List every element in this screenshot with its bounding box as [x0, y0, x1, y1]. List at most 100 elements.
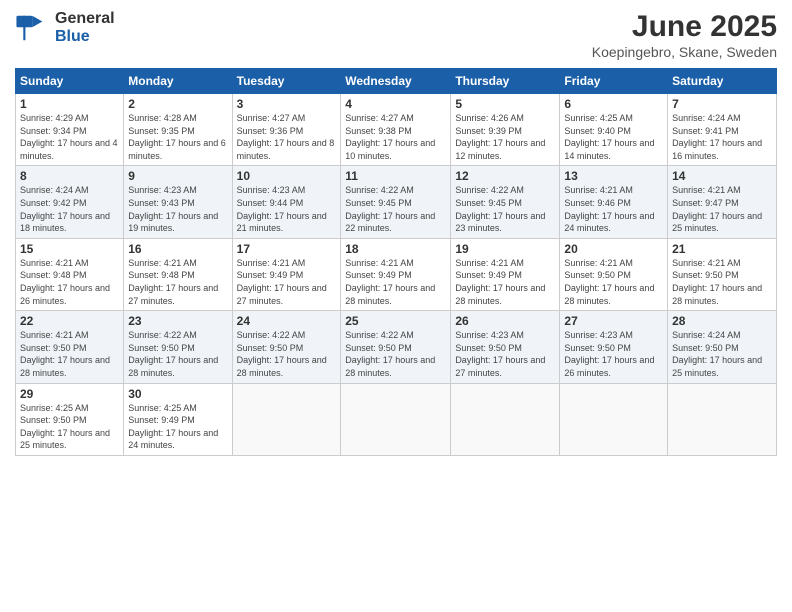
- day-info: Sunrise: 4:22 AM Sunset: 9:50 PM Dayligh…: [128, 329, 227, 379]
- day-number: 5: [455, 97, 555, 111]
- calendar-cell: 10 Sunrise: 4:23 AM Sunset: 9:44 PM Dayl…: [232, 166, 341, 238]
- calendar-cell: 18 Sunrise: 4:21 AM Sunset: 9:49 PM Dayl…: [341, 238, 451, 310]
- day-info: Sunrise: 4:24 AM Sunset: 9:41 PM Dayligh…: [672, 112, 772, 162]
- calendar-header-row: SundayMondayTuesdayWednesdayThursdayFrid…: [16, 69, 777, 94]
- day-info: Sunrise: 4:22 AM Sunset: 9:50 PM Dayligh…: [237, 329, 337, 379]
- day-number: 14: [672, 169, 772, 183]
- logo-text: General Blue: [55, 10, 115, 45]
- calendar-cell: 2 Sunrise: 4:28 AM Sunset: 9:35 PM Dayli…: [124, 94, 232, 166]
- day-number: 10: [237, 169, 337, 183]
- calendar-cell: 1 Sunrise: 4:29 AM Sunset: 9:34 PM Dayli…: [16, 94, 124, 166]
- calendar-cell: [560, 383, 668, 455]
- calendar-cell: 24 Sunrise: 4:22 AM Sunset: 9:50 PM Dayl…: [232, 311, 341, 383]
- calendar-cell: [451, 383, 560, 455]
- logo-icon: [15, 10, 51, 46]
- calendar-cell: 4 Sunrise: 4:27 AM Sunset: 9:38 PM Dayli…: [341, 94, 451, 166]
- calendar-header-sunday: Sunday: [16, 69, 124, 94]
- calendar-week-row: 1 Sunrise: 4:29 AM Sunset: 9:34 PM Dayli…: [16, 94, 777, 166]
- day-number: 4: [345, 97, 446, 111]
- day-number: 26: [455, 314, 555, 328]
- page: General Blue June 2025 Koepingebro, Skan…: [0, 0, 792, 612]
- logo-blue: Blue: [55, 28, 115, 46]
- day-number: 17: [237, 242, 337, 256]
- day-info: Sunrise: 4:27 AM Sunset: 9:38 PM Dayligh…: [345, 112, 446, 162]
- day-info: Sunrise: 4:21 AM Sunset: 9:50 PM Dayligh…: [672, 257, 772, 307]
- day-number: 19: [455, 242, 555, 256]
- day-info: Sunrise: 4:22 AM Sunset: 9:45 PM Dayligh…: [455, 184, 555, 234]
- day-number: 15: [20, 242, 119, 256]
- day-number: 28: [672, 314, 772, 328]
- calendar-cell: 14 Sunrise: 4:21 AM Sunset: 9:47 PM Dayl…: [668, 166, 777, 238]
- calendar-header-friday: Friday: [560, 69, 668, 94]
- calendar-cell: [341, 383, 451, 455]
- day-info: Sunrise: 4:21 AM Sunset: 9:46 PM Dayligh…: [564, 184, 663, 234]
- calendar-cell: 29 Sunrise: 4:25 AM Sunset: 9:50 PM Dayl…: [16, 383, 124, 455]
- day-info: Sunrise: 4:23 AM Sunset: 9:50 PM Dayligh…: [564, 329, 663, 379]
- day-info: Sunrise: 4:25 AM Sunset: 9:40 PM Dayligh…: [564, 112, 663, 162]
- calendar-cell: 3 Sunrise: 4:27 AM Sunset: 9:36 PM Dayli…: [232, 94, 341, 166]
- calendar-header-thursday: Thursday: [451, 69, 560, 94]
- day-number: 22: [20, 314, 119, 328]
- title-section: June 2025 Koepingebro, Skane, Sweden: [592, 10, 777, 60]
- calendar-table: SundayMondayTuesdayWednesdayThursdayFrid…: [15, 68, 777, 456]
- day-number: 24: [237, 314, 337, 328]
- calendar-cell: 22 Sunrise: 4:21 AM Sunset: 9:50 PM Dayl…: [16, 311, 124, 383]
- day-info: Sunrise: 4:24 AM Sunset: 9:42 PM Dayligh…: [20, 184, 119, 234]
- day-number: 12: [455, 169, 555, 183]
- day-number: 6: [564, 97, 663, 111]
- subtitle: Koepingebro, Skane, Sweden: [592, 44, 777, 60]
- day-info: Sunrise: 4:23 AM Sunset: 9:44 PM Dayligh…: [237, 184, 337, 234]
- day-number: 2: [128, 97, 227, 111]
- calendar-header-saturday: Saturday: [668, 69, 777, 94]
- calendar-cell: 16 Sunrise: 4:21 AM Sunset: 9:48 PM Dayl…: [124, 238, 232, 310]
- calendar-cell: [668, 383, 777, 455]
- day-number: 21: [672, 242, 772, 256]
- calendar-cell: 17 Sunrise: 4:21 AM Sunset: 9:49 PM Dayl…: [232, 238, 341, 310]
- calendar-cell: 19 Sunrise: 4:21 AM Sunset: 9:49 PM Dayl…: [451, 238, 560, 310]
- day-info: Sunrise: 4:21 AM Sunset: 9:50 PM Dayligh…: [564, 257, 663, 307]
- calendar-cell: 8 Sunrise: 4:24 AM Sunset: 9:42 PM Dayli…: [16, 166, 124, 238]
- calendar-cell: 21 Sunrise: 4:21 AM Sunset: 9:50 PM Dayl…: [668, 238, 777, 310]
- calendar-cell: 12 Sunrise: 4:22 AM Sunset: 9:45 PM Dayl…: [451, 166, 560, 238]
- day-number: 7: [672, 97, 772, 111]
- day-number: 8: [20, 169, 119, 183]
- day-info: Sunrise: 4:21 AM Sunset: 9:47 PM Dayligh…: [672, 184, 772, 234]
- day-number: 11: [345, 169, 446, 183]
- day-info: Sunrise: 4:27 AM Sunset: 9:36 PM Dayligh…: [237, 112, 337, 162]
- calendar-cell: 26 Sunrise: 4:23 AM Sunset: 9:50 PM Dayl…: [451, 311, 560, 383]
- day-info: Sunrise: 4:22 AM Sunset: 9:45 PM Dayligh…: [345, 184, 446, 234]
- day-info: Sunrise: 4:22 AM Sunset: 9:50 PM Dayligh…: [345, 329, 446, 379]
- calendar-cell: 15 Sunrise: 4:21 AM Sunset: 9:48 PM Dayl…: [16, 238, 124, 310]
- day-number: 20: [564, 242, 663, 256]
- day-number: 27: [564, 314, 663, 328]
- day-info: Sunrise: 4:24 AM Sunset: 9:50 PM Dayligh…: [672, 329, 772, 379]
- day-number: 3: [237, 97, 337, 111]
- calendar-cell: 9 Sunrise: 4:23 AM Sunset: 9:43 PM Dayli…: [124, 166, 232, 238]
- day-info: Sunrise: 4:21 AM Sunset: 9:48 PM Dayligh…: [20, 257, 119, 307]
- day-info: Sunrise: 4:21 AM Sunset: 9:48 PM Dayligh…: [128, 257, 227, 307]
- calendar-cell: 6 Sunrise: 4:25 AM Sunset: 9:40 PM Dayli…: [560, 94, 668, 166]
- calendar-cell: 30 Sunrise: 4:25 AM Sunset: 9:49 PM Dayl…: [124, 383, 232, 455]
- day-info: Sunrise: 4:28 AM Sunset: 9:35 PM Dayligh…: [128, 112, 227, 162]
- day-info: Sunrise: 4:25 AM Sunset: 9:50 PM Dayligh…: [20, 402, 119, 452]
- day-info: Sunrise: 4:29 AM Sunset: 9:34 PM Dayligh…: [20, 112, 119, 162]
- calendar-week-row: 22 Sunrise: 4:21 AM Sunset: 9:50 PM Dayl…: [16, 311, 777, 383]
- day-info: Sunrise: 4:21 AM Sunset: 9:49 PM Dayligh…: [455, 257, 555, 307]
- logo: General Blue: [15, 10, 115, 46]
- calendar-cell: 28 Sunrise: 4:24 AM Sunset: 9:50 PM Dayl…: [668, 311, 777, 383]
- day-info: Sunrise: 4:21 AM Sunset: 9:50 PM Dayligh…: [20, 329, 119, 379]
- calendar-cell: 13 Sunrise: 4:21 AM Sunset: 9:46 PM Dayl…: [560, 166, 668, 238]
- day-info: Sunrise: 4:21 AM Sunset: 9:49 PM Dayligh…: [345, 257, 446, 307]
- day-number: 25: [345, 314, 446, 328]
- day-info: Sunrise: 4:23 AM Sunset: 9:50 PM Dayligh…: [455, 329, 555, 379]
- calendar-cell: 11 Sunrise: 4:22 AM Sunset: 9:45 PM Dayl…: [341, 166, 451, 238]
- calendar-cell: 25 Sunrise: 4:22 AM Sunset: 9:50 PM Dayl…: [341, 311, 451, 383]
- calendar-cell: 20 Sunrise: 4:21 AM Sunset: 9:50 PM Dayl…: [560, 238, 668, 310]
- day-info: Sunrise: 4:25 AM Sunset: 9:49 PM Dayligh…: [128, 402, 227, 452]
- day-info: Sunrise: 4:23 AM Sunset: 9:43 PM Dayligh…: [128, 184, 227, 234]
- day-info: Sunrise: 4:21 AM Sunset: 9:49 PM Dayligh…: [237, 257, 337, 307]
- calendar-cell: 23 Sunrise: 4:22 AM Sunset: 9:50 PM Dayl…: [124, 311, 232, 383]
- day-number: 9: [128, 169, 227, 183]
- calendar-week-row: 29 Sunrise: 4:25 AM Sunset: 9:50 PM Dayl…: [16, 383, 777, 455]
- header: General Blue June 2025 Koepingebro, Skan…: [15, 10, 777, 60]
